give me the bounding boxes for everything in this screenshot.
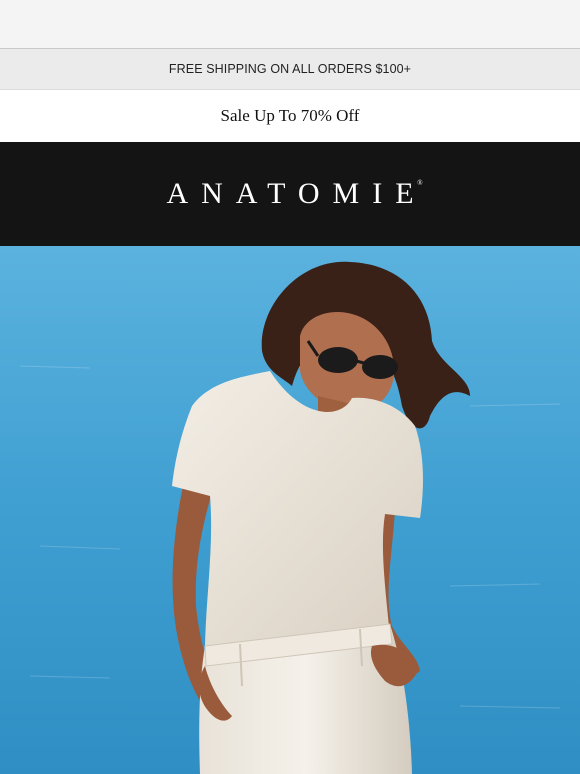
logo-text: ANATOMIE (166, 177, 427, 210)
shipping-announcement-bar[interactable]: FREE SHIPPING ON ALL ORDERS $100+ (0, 48, 580, 90)
registered-mark: ® (417, 179, 423, 187)
top-spacer (0, 0, 580, 48)
brand-logo[interactable]: ANATOMIE ® (153, 177, 426, 211)
brand-header: ANATOMIE ® (0, 142, 580, 246)
hero-photo-illustration (0, 246, 580, 774)
sale-text: Sale Up To 70% Off (220, 106, 360, 125)
shipping-text: FREE SHIPPING ON ALL ORDERS $100+ (168, 62, 412, 76)
sale-banner[interactable]: Sale Up To 70% Off (0, 90, 580, 142)
hero-image[interactable] (0, 246, 580, 774)
